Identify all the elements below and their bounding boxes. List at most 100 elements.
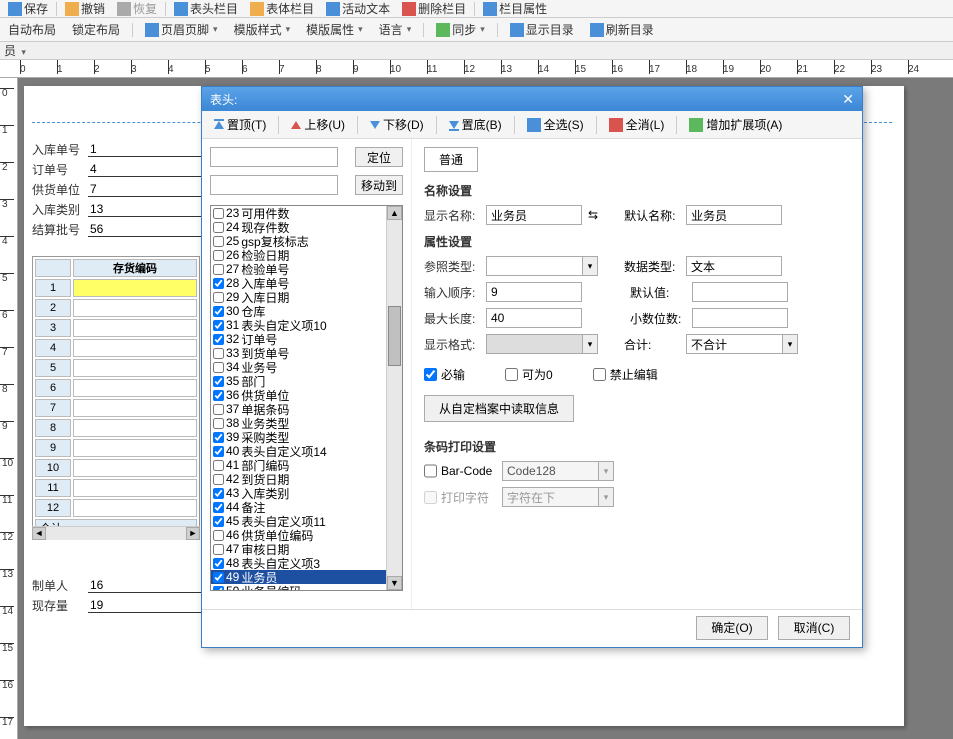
list-checkbox[interactable] [213,250,224,261]
list-item[interactable]: 23可用件数 [211,206,402,220]
list-checkbox[interactable] [213,516,224,527]
tab-normal[interactable]: 普通 [424,147,478,172]
list-item[interactable]: 49业务员 [211,570,402,584]
list-checkbox[interactable] [213,292,224,303]
tb-active-text[interactable]: 活动文本 [322,0,394,17]
chk-noedit[interactable]: 禁止编辑 [593,366,658,383]
tb-language[interactable]: 语言 [375,21,416,38]
list-checkbox[interactable] [213,278,224,289]
cancel-button[interactable]: 取消(C) [778,616,850,640]
combo-display-fmt[interactable]: ▾ [486,334,598,354]
list-checkbox[interactable] [213,390,224,401]
form-value[interactable]: 1 [88,142,202,157]
tb-undo[interactable]: 撤销 [61,0,109,17]
list-checkbox[interactable] [213,334,224,345]
close-icon[interactable]: ✕ [842,91,854,108]
list-checkbox[interactable] [213,264,224,275]
input-default-val[interactable] [692,282,788,302]
scroll-left-icon[interactable]: ◄ [32,527,46,540]
cell[interactable] [73,439,197,457]
tb-template-style[interactable]: 模版样式 [230,21,295,38]
list-item[interactable]: 50业务员编码 [211,584,402,591]
combo-barcode-type[interactable]: ▾ [502,461,614,481]
table-row[interactable]: 11 [35,479,197,497]
list-item[interactable]: 38业务类型 [211,416,402,430]
list-checkbox[interactable] [213,348,224,359]
table-row[interactable]: 12 [35,499,197,517]
dialog-titlebar[interactable]: 表头: ✕ [202,87,862,111]
input-display-name[interactable] [486,205,582,225]
list-checkbox[interactable] [213,572,224,583]
list-item[interactable]: 26检验日期 [211,248,402,262]
form-value[interactable]: 16 [88,578,202,593]
table-row[interactable]: 5 [35,359,197,377]
chk-barcode[interactable]: Bar-Code [424,464,496,478]
input-decimals[interactable] [692,308,788,328]
btn-clear-all[interactable]: 全消(L) [603,114,671,135]
list-item[interactable]: 43入库类别 [211,486,402,500]
btn-up[interactable]: 上移(U) [285,114,351,135]
list-item[interactable]: 31表头自定义项10 [211,318,402,332]
list-item[interactable]: 41部门编码 [211,458,402,472]
list-checkbox[interactable] [213,432,224,443]
list-item[interactable]: 28入库单号 [211,276,402,290]
moveto-input[interactable] [210,175,338,195]
list-checkbox[interactable] [213,586,224,592]
tb-auto-layout[interactable]: 自动布局 [4,21,60,38]
combo-sum[interactable]: ▾ [686,334,798,354]
list-checkbox[interactable] [213,530,224,541]
scroll-right-icon[interactable]: ► [186,527,200,540]
sync-arrow-icon[interactable]: ⇆ [588,208,598,222]
tb-col-props[interactable]: 栏目属性 [479,0,551,17]
tb-header-col[interactable]: 表头栏目 [170,0,242,17]
locate-button[interactable]: 定位 [355,147,403,167]
table-row[interactable]: 3 [35,319,197,337]
tb-lock-layout[interactable]: 锁定布局 [68,21,124,38]
tb-save[interactable]: 保存 [4,0,52,17]
form-value[interactable]: 13 [88,202,202,217]
list-item[interactable]: 35部门 [211,374,402,388]
input-data-type[interactable] [686,256,782,276]
list-item[interactable]: 32订单号 [211,332,402,346]
list-item[interactable]: 48表头自定义项3 [211,556,402,570]
btn-down[interactable]: 下移(D) [364,114,430,135]
combo-ref-type[interactable]: ▾ [486,256,598,276]
input-order[interactable] [486,282,582,302]
cell[interactable] [73,479,197,497]
table-row[interactable]: 8 [35,419,197,437]
chevron-down-icon[interactable]: ▾ [582,256,598,276]
scroll-thumb[interactable] [388,306,401,366]
form-value[interactable]: 4 [88,162,202,177]
chevron-down-icon[interactable]: ▾ [782,334,798,354]
input-max-len[interactable] [486,308,582,328]
btn-top[interactable]: 置顶(T) [208,114,272,135]
list-item[interactable]: 33到货单号 [211,346,402,360]
cell[interactable] [73,419,197,437]
list-item[interactable]: 42到货日期 [211,472,402,486]
chevron-down-icon[interactable]: ▾ [582,334,598,354]
input-default-name[interactable] [686,205,782,225]
tb-template-props[interactable]: 模版属性 [302,21,367,38]
field-listbox[interactable]: 23可用件数24现存件数25gsp复核标志26检验日期27检验单号28入库单号2… [210,205,403,591]
cell[interactable] [73,279,197,297]
form-value[interactable]: 7 [88,182,202,197]
tb-sync[interactable]: 同步 [432,21,489,38]
list-item[interactable]: 36供货单位 [211,388,402,402]
list-checkbox[interactable] [213,208,224,219]
list-checkbox[interactable] [213,544,224,555]
table-row[interactable]: 4 [35,339,197,357]
tb-header-footer[interactable]: 页眉页脚 [141,21,222,38]
list-item[interactable]: 25gsp复核标志 [211,234,402,248]
list-checkbox[interactable] [213,362,224,373]
btn-select-all[interactable]: 全选(S) [521,114,590,135]
list-checkbox[interactable] [213,558,224,569]
tb-del-col[interactable]: 删除栏目 [398,0,470,17]
table-row[interactable]: 1 [35,279,197,297]
chk-required[interactable]: 必输 [424,366,465,383]
list-checkbox[interactable] [213,474,224,485]
table-row[interactable]: 7 [35,399,197,417]
list-item[interactable]: 40表头自定义项14 [211,444,402,458]
chk-zero[interactable]: 可为0 [505,366,553,383]
list-checkbox[interactable] [213,418,224,429]
mini-table-scroll[interactable]: ◄ ► [32,526,200,540]
